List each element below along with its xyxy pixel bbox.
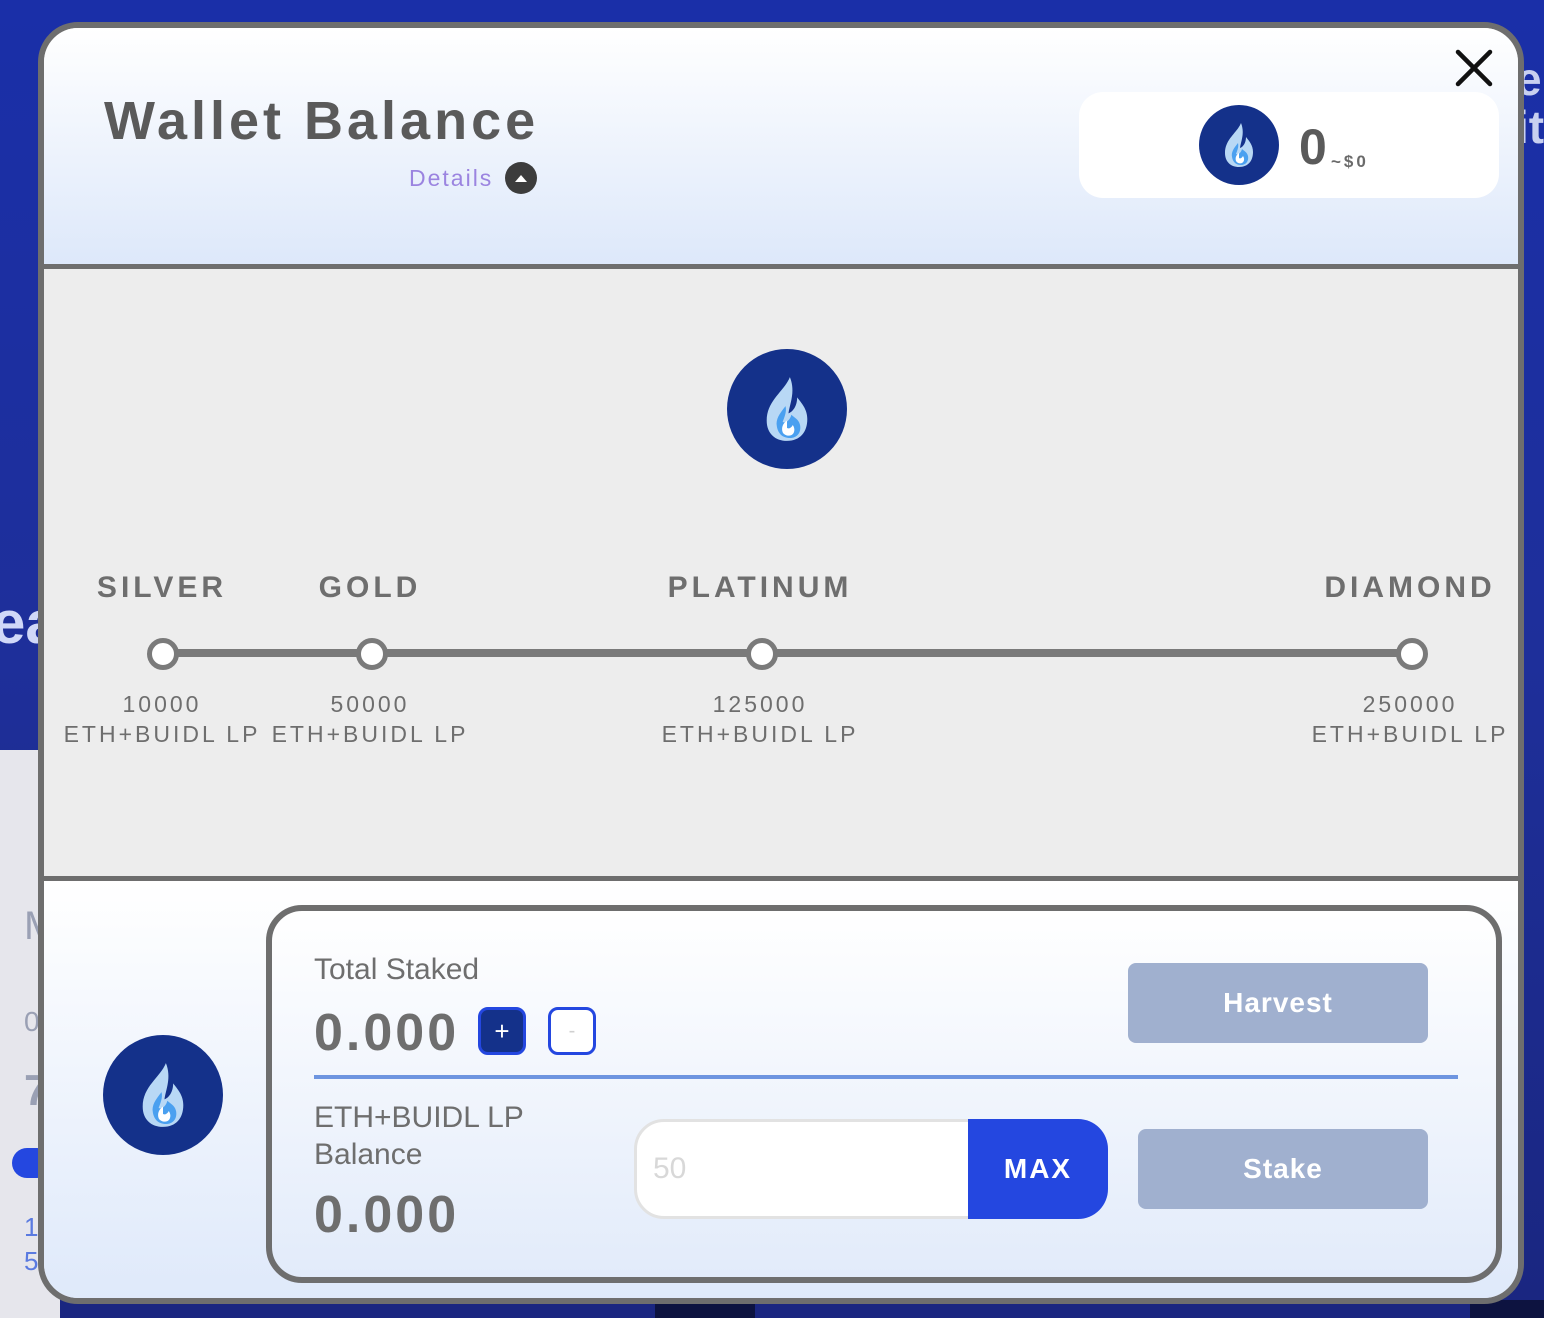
lp-balance-value: 0.000 <box>314 1186 460 1244</box>
wallet-balance-amount: 0 <box>1299 119 1327 175</box>
tier-unit: ETH+BUIDL LP <box>661 721 859 747</box>
stake-button[interactable]: Stake <box>1138 1129 1428 1209</box>
max-button[interactable]: MAX <box>968 1119 1108 1219</box>
flame-logo-icon <box>1199 105 1279 185</box>
tier-name-silver: SILVER <box>96 571 228 604</box>
close-icon <box>1455 49 1493 87</box>
divider <box>314 1075 1458 1079</box>
close-button[interactable] <box>1444 38 1504 98</box>
tier-node-silver <box>147 638 179 670</box>
harvest-button[interactable]: Harvest <box>1128 963 1428 1043</box>
tier-node-diamond <box>1396 638 1428 670</box>
tier-amount: 250000 <box>1362 691 1458 717</box>
modal-title: Wallet Balance <box>104 91 540 151</box>
flame-logo-icon <box>103 1035 223 1155</box>
tier-name-platinum: PLATINUM <box>667 571 853 604</box>
tier-threshold-platinum: 125000 ETH+BUIDL LP <box>662 689 859 749</box>
tier-threshold-diamond: 250000 ETH+BUIDL LP <box>1312 689 1509 749</box>
background-text-fragment: 5 <box>24 1246 39 1276</box>
tier-node-platinum <box>746 638 778 670</box>
remove-stake-button[interactable]: - <box>548 1007 596 1055</box>
tier-amount: 50000 <box>330 691 410 717</box>
tier-name-diamond: DIAMOND <box>1324 571 1496 604</box>
tier-unit: ETH+BUIDL LP <box>271 721 469 747</box>
tier-threshold-silver: 10000 ETH+BUIDL LP <box>64 689 261 749</box>
total-staked-value: 0.000 <box>314 1004 460 1062</box>
stake-card: Total Staked 0.000 + - Harvest ETH+BUIDL… <box>266 905 1502 1283</box>
details-toggle[interactable]: Details <box>409 162 538 194</box>
tier-track <box>163 649 1413 657</box>
total-staked-label: Total Staked <box>314 953 480 986</box>
stake-amount-input[interactable] <box>634 1119 1014 1219</box>
modal-header: Wallet Balance Details 0 ~$0 <box>44 28 1518 269</box>
tier-unit: ETH+BUIDL LP <box>63 721 261 747</box>
tier-node-gold <box>356 638 388 670</box>
staking-section: Total Staked 0.000 + - Harvest ETH+BUIDL… <box>44 876 1518 1298</box>
details-label: Details <box>409 164 494 191</box>
tier-unit: ETH+BUIDL LP <box>1311 721 1509 747</box>
tier-amount: 10000 <box>122 691 202 717</box>
tier-threshold-gold: 50000 ETH+BUIDL LP <box>272 689 469 749</box>
tier-progress-section: SILVER GOLD PLATINUM DIAMOND 10000 ETH+B… <box>44 269 1518 879</box>
balance-card: 0 ~$0 <box>1079 92 1499 198</box>
wallet-balance-modal: Wallet Balance Details 0 ~$0 SILVER GOLD… <box>38 22 1524 1304</box>
lp-balance-label: ETH+BUIDL LP Balance <box>314 1101 524 1171</box>
flame-logo-icon <box>727 349 847 469</box>
chevron-up-icon <box>505 162 538 194</box>
stake-amount-group: MAX <box>634 1119 1108 1219</box>
add-stake-button[interactable]: + <box>478 1007 526 1055</box>
wallet-balance-usd: ~$0 <box>1331 152 1369 171</box>
background-text-fragment: 1 <box>24 1212 39 1242</box>
tier-amount: 125000 <box>712 691 808 717</box>
tier-name-gold: GOLD <box>318 571 422 604</box>
